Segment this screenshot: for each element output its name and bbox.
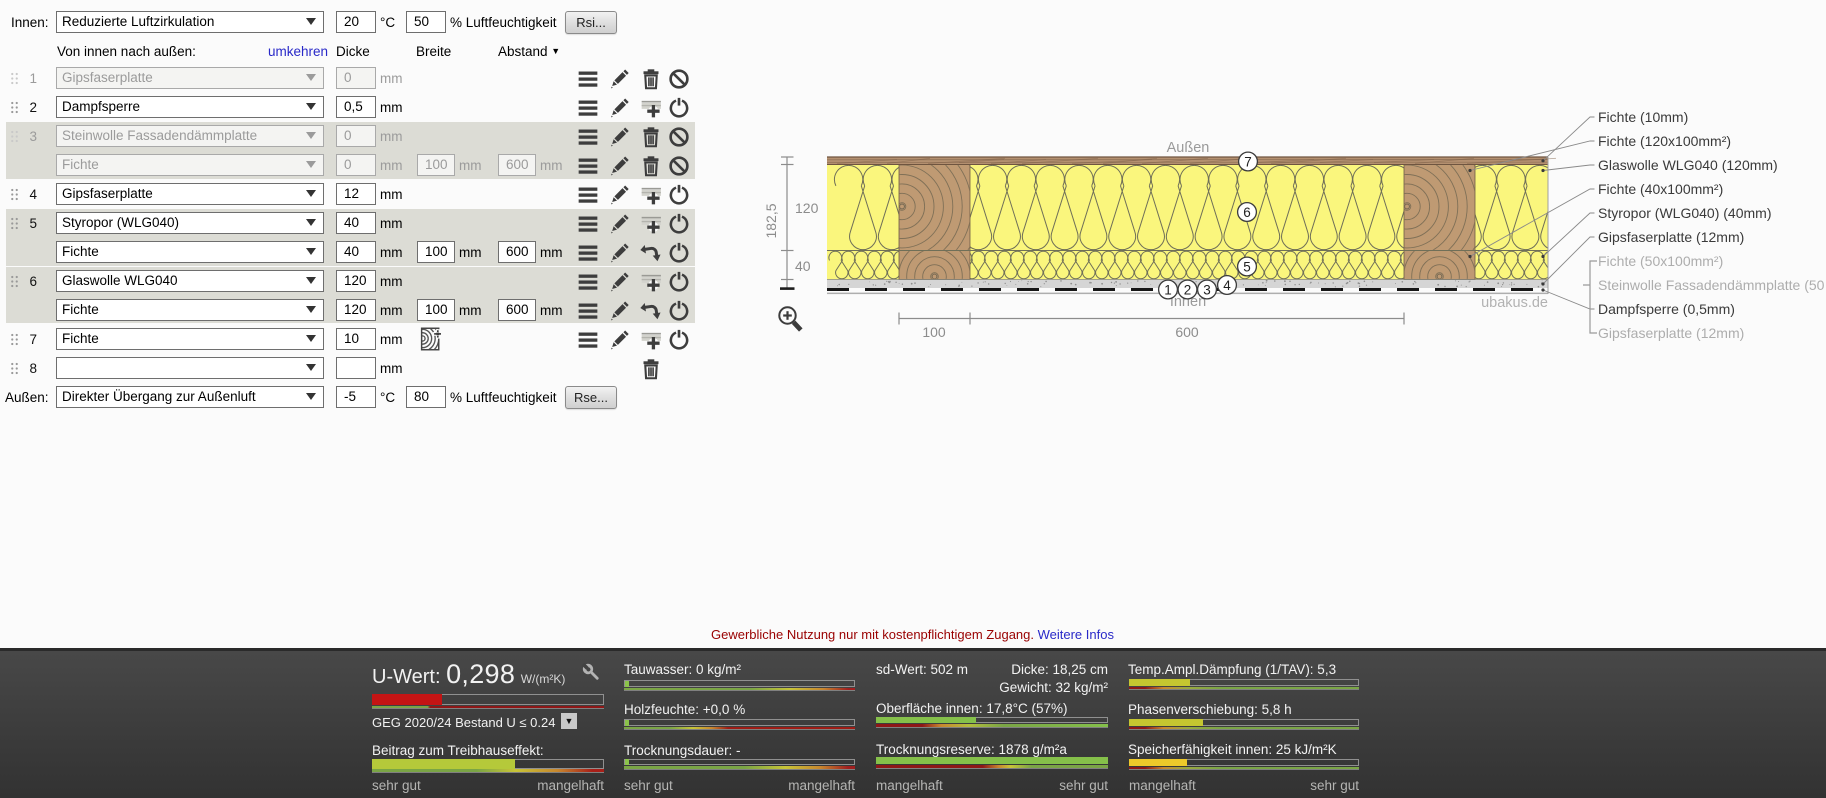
- svg-text:Außen: Außen: [1167, 140, 1210, 156]
- svg-text:Dampfsperre (0,5mm): Dampfsperre (0,5mm): [1598, 301, 1735, 317]
- svg-text:40: 40: [795, 258, 811, 274]
- svg-text:7: 7: [1244, 155, 1252, 170]
- svg-text:Fichte (50x100mm²): Fichte (50x100mm²): [1598, 253, 1723, 269]
- svg-text:120: 120: [795, 200, 819, 216]
- svg-text:1: 1: [1164, 283, 1172, 298]
- svg-text:100: 100: [922, 324, 946, 340]
- svg-text:Fichte (10mm): Fichte (10mm): [1598, 109, 1688, 125]
- svg-text:4: 4: [1223, 278, 1231, 293]
- svg-text:Steinwolle Fassadendämmplatte: Steinwolle Fassadendämmplatte (50: [1598, 277, 1825, 293]
- svg-text:600: 600: [1175, 324, 1199, 340]
- svg-text:Fichte (40x100mm²): Fichte (40x100mm²): [1598, 181, 1723, 197]
- svg-text:ubakus.de: ubakus.de: [1481, 295, 1548, 311]
- svg-text:Glaswolle WLG040 (120mm): Glaswolle WLG040 (120mm): [1598, 157, 1778, 173]
- svg-text:2: 2: [1184, 283, 1192, 298]
- svg-text:Gipsfaserplatte (12mm): Gipsfaserplatte (12mm): [1598, 325, 1744, 341]
- svg-text:Gipsfaserplatte (12mm): Gipsfaserplatte (12mm): [1598, 229, 1744, 245]
- svg-text:6: 6: [1243, 205, 1251, 220]
- svg-text:Fichte (120x100mm²): Fichte (120x100mm²): [1598, 133, 1731, 149]
- svg-text:3: 3: [1203, 283, 1211, 298]
- svg-text:5: 5: [1243, 260, 1251, 275]
- svg-text:182,5: 182,5: [763, 203, 779, 238]
- svg-text:Styropor (WLG040) (40mm): Styropor (WLG040) (40mm): [1598, 205, 1771, 221]
